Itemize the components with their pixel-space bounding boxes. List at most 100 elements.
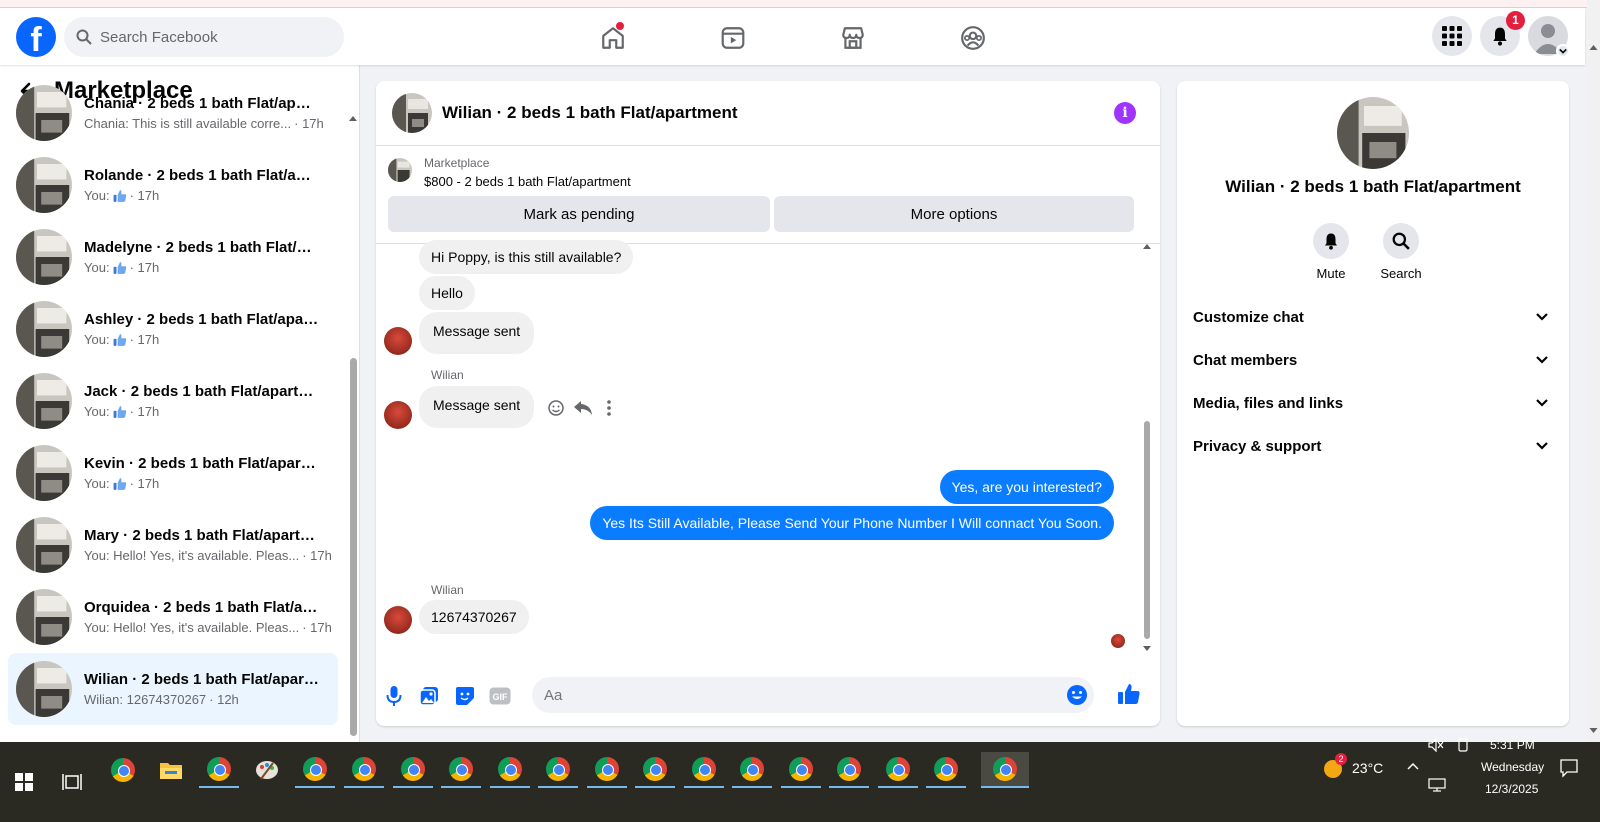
taskbar-chrome-window[interactable] bbox=[295, 752, 335, 788]
sender-avatar[interactable] bbox=[384, 327, 412, 355]
message-bubble-incoming[interactable]: Message sent bbox=[419, 386, 535, 428]
clock-time[interactable]: 5:31 PM bbox=[1490, 738, 1535, 752]
listing-price[interactable]: $800 - 2 beds 1 bath Flat/apartment bbox=[424, 174, 631, 189]
search-input[interactable] bbox=[100, 28, 320, 46]
accordion-customize-chat[interactable]: Customize chat bbox=[1193, 297, 1553, 337]
conversation-item[interactable]: Jack · 2 beds 1 bath Flat/apartment You: ·… bbox=[8, 365, 338, 437]
conversation-name: Jack · 2 beds 1 bath Flat/apartment bbox=[84, 383, 319, 400]
taskbar-chrome-window[interactable] bbox=[538, 752, 578, 788]
mute-button[interactable] bbox=[1313, 223, 1349, 259]
search-action[interactable]: Search bbox=[1371, 223, 1431, 281]
send-like-button[interactable] bbox=[1117, 682, 1141, 706]
taskbar-chrome-window-active[interactable] bbox=[981, 752, 1029, 788]
taskbar-chrome-window[interactable] bbox=[635, 752, 675, 788]
message-input-box[interactable] bbox=[532, 677, 1094, 713]
search-bar[interactable] bbox=[64, 17, 344, 57]
sender-avatar[interactable] bbox=[384, 401, 412, 429]
taskbar-chrome-window[interactable] bbox=[684, 752, 724, 788]
message-bubble-outgoing[interactable]: Yes Its Still Available, Please Send You… bbox=[590, 506, 1114, 540]
account-chevron[interactable] bbox=[1556, 44, 1570, 58]
chat-header[interactable]: Wilian · 2 beds 1 bath Flat/apartment i bbox=[376, 81, 1160, 146]
conversation-item[interactable]: Orquidea · 2 beds 1 bath Flat/apartment Y… bbox=[8, 581, 338, 653]
nav-marketplace[interactable] bbox=[831, 16, 875, 60]
taskbar-app[interactable] bbox=[247, 752, 287, 788]
taskbar-chrome-window[interactable] bbox=[732, 752, 772, 788]
facebook-logo-icon[interactable]: f bbox=[16, 17, 56, 57]
notification-center-icon[interactable] bbox=[1559, 758, 1579, 778]
device-icon[interactable] bbox=[1456, 738, 1470, 752]
conversation-item[interactable]: Rolande · 2 beds 1 bath Flat/apartment Yo… bbox=[8, 149, 338, 221]
browser-top-strip bbox=[0, 0, 1600, 8]
info-icon[interactable]: i bbox=[1114, 102, 1136, 124]
sidebar-scrollbar[interactable] bbox=[347, 115, 359, 768]
taskbar-chrome-window[interactable] bbox=[490, 752, 530, 788]
reply-icon[interactable] bbox=[573, 399, 593, 417]
accordion-media-files-links[interactable]: Media, files and links bbox=[1193, 383, 1553, 423]
conversation-preview: You: bbox=[84, 260, 110, 275]
react-emoji-icon[interactable] bbox=[547, 399, 565, 417]
message-bubble-incoming[interactable]: 12674370267 bbox=[419, 600, 529, 634]
chat-window: Wilian · 2 beds 1 bath Flat/apartment i … bbox=[376, 81, 1160, 726]
clock-day[interactable]: Wednesday bbox=[1481, 760, 1544, 774]
message-input[interactable] bbox=[544, 686, 1044, 704]
details-listing-avatar[interactable] bbox=[1337, 97, 1409, 169]
taskbar-chrome-window[interactable] bbox=[587, 752, 627, 788]
speaker-muted-icon[interactable] bbox=[1428, 738, 1444, 752]
taskbar-chrome-window[interactable] bbox=[344, 752, 384, 788]
weather-temperature[interactable]: 23°C bbox=[1352, 760, 1383, 776]
taskbar-chrome-window[interactable] bbox=[393, 752, 433, 788]
conversation-item[interactable]: Wilian · 2 beds 1 bath Flat/apartment Wil… bbox=[8, 653, 338, 725]
gif-button[interactable]: GIF bbox=[488, 684, 512, 708]
nav-groups[interactable] bbox=[951, 16, 995, 60]
message-bubble-incoming[interactable]: Message sent bbox=[419, 312, 535, 354]
message-thread: Hi Poppy, is this still available? Hello… bbox=[376, 240, 1160, 662]
nav-home[interactable] bbox=[591, 16, 635, 60]
conversation-item[interactable]: Kevin · 2 beds 1 bath Flat/apartment You:… bbox=[8, 437, 338, 509]
conversation-preview-row: You: Hello! Yes, it's available. Pleas..… bbox=[84, 620, 332, 635]
sticker-icon bbox=[456, 687, 474, 705]
nav-video[interactable] bbox=[711, 16, 755, 60]
start-button[interactable] bbox=[4, 764, 44, 800]
task-view-button[interactable] bbox=[52, 764, 92, 800]
conversation-item[interactable]: Madelyne · 2 beds 1 bath Flat/apartment Y… bbox=[8, 221, 338, 293]
sticker-button[interactable] bbox=[453, 684, 477, 708]
network-icon[interactable] bbox=[1428, 778, 1446, 792]
voice-clip-button[interactable] bbox=[382, 684, 406, 708]
menu-button[interactable] bbox=[1432, 16, 1472, 56]
conversation-item[interactable]: Ashley · 2 beds 1 bath Flat/apartment You… bbox=[8, 293, 338, 365]
conversation-time: · 17h bbox=[129, 332, 160, 347]
taskbar-chrome[interactable] bbox=[103, 752, 143, 788]
emoji-icon[interactable] bbox=[1066, 684, 1088, 706]
accordion-privacy-support[interactable]: Privacy & support bbox=[1193, 426, 1553, 466]
conversation-preview-row: You: · 17h bbox=[84, 188, 319, 203]
clock-date[interactable]: 12/3/2025 bbox=[1485, 782, 1538, 796]
conversation-item[interactable]: Chania · 2 beds 1 bath Flat/apartment Cha… bbox=[8, 77, 338, 149]
taskbar-chrome-window[interactable] bbox=[781, 752, 821, 788]
chevron-up-icon[interactable] bbox=[1407, 762, 1419, 770]
message-bubble-incoming[interactable]: Hi Poppy, is this still available? bbox=[419, 240, 634, 274]
attach-photo-button[interactable] bbox=[417, 684, 441, 708]
taskbar-chrome-window[interactable] bbox=[926, 752, 966, 788]
more-dots-icon[interactable] bbox=[606, 399, 612, 417]
taskbar-file-explorer[interactable] bbox=[151, 752, 191, 788]
notifications-button[interactable]: 1 bbox=[1480, 11, 1525, 56]
more-options-button[interactable]: More options bbox=[774, 196, 1134, 232]
message-bubble-outgoing[interactable]: Yes, are you interested? bbox=[939, 470, 1114, 504]
taskbar-chrome-window[interactable] bbox=[829, 752, 869, 788]
sender-avatar[interactable] bbox=[384, 606, 412, 634]
mark-as-pending-button[interactable]: Mark as pending bbox=[388, 196, 770, 232]
taskbar-chrome-window[interactable] bbox=[441, 752, 481, 788]
chat-scrollbar[interactable] bbox=[1142, 243, 1152, 661]
weather-widget[interactable]: 2 bbox=[1322, 753, 1347, 779]
taskbar-chrome-profile[interactable] bbox=[199, 752, 239, 788]
page-scrollbar[interactable] bbox=[1587, 0, 1600, 742]
taskbar-chrome-window[interactable] bbox=[878, 752, 918, 788]
search-conversation-button[interactable] bbox=[1383, 223, 1419, 259]
listing-thumbnail[interactable] bbox=[388, 158, 412, 182]
accordion-chat-members[interactable]: Chat members bbox=[1193, 340, 1553, 380]
message-bubble-incoming[interactable]: Hello bbox=[419, 276, 475, 310]
mute-action[interactable]: Mute bbox=[1301, 223, 1361, 281]
sidebar-scroll-thumb[interactable] bbox=[350, 358, 357, 736]
conversation-item[interactable]: Mary · 2 beds 1 bath Flat/apartment You: … bbox=[8, 509, 338, 581]
chat-scroll-thumb[interactable] bbox=[1144, 421, 1150, 639]
